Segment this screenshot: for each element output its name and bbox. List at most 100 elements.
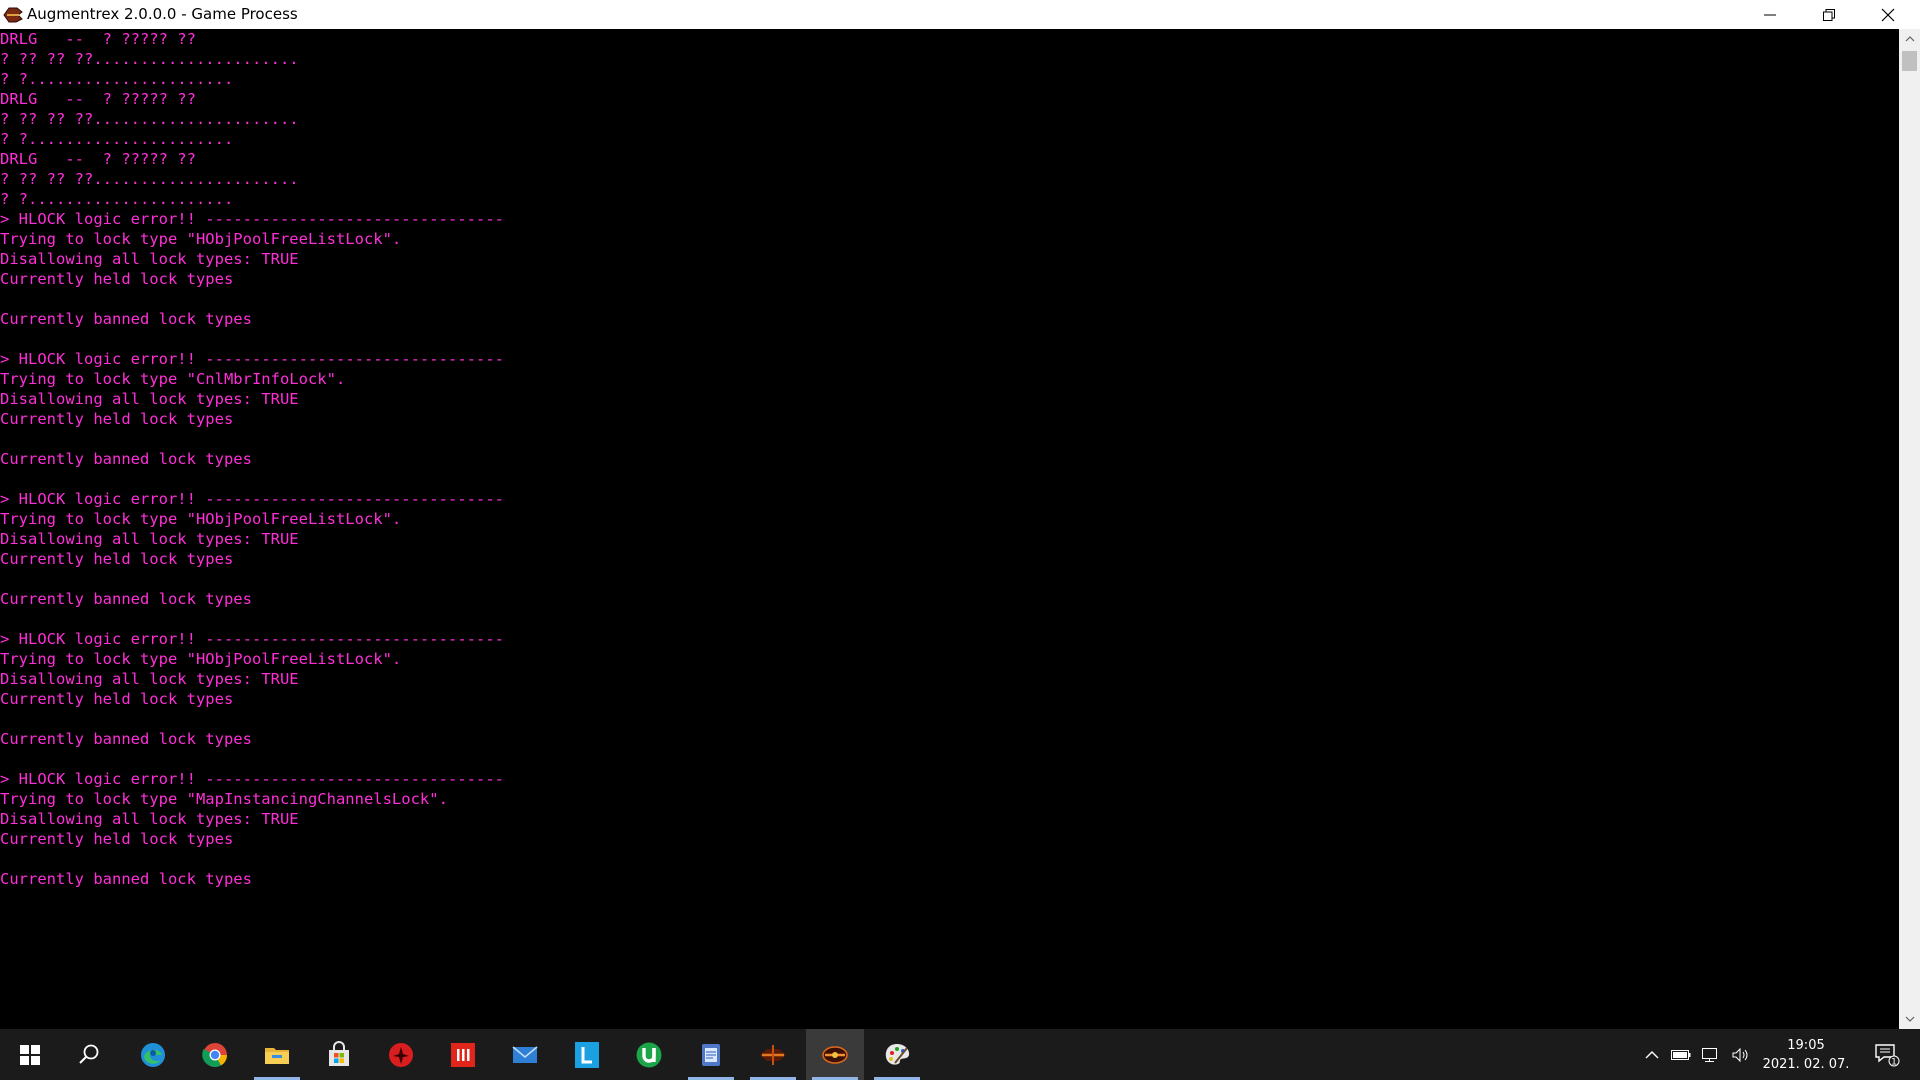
scrollbar-thumb[interactable]	[1902, 51, 1917, 71]
close-icon	[1881, 8, 1895, 21]
taskbar-edge[interactable]	[124, 1029, 182, 1080]
scroll-up-button[interactable]	[1899, 29, 1920, 49]
taskbar-store[interactable]	[310, 1029, 368, 1080]
minimize-button[interactable]	[1741, 0, 1799, 29]
vertical-scrollbar[interactable]	[1899, 29, 1920, 1029]
file-explorer-icon	[265, 1047, 289, 1064]
console-lines: DRLG -- ? ????? ?? ? ?? ?? ??............…	[0, 29, 1899, 889]
console-line: Disallowing all lock types: TRUE	[0, 670, 299, 688]
chevron-up-icon	[1645, 1051, 1659, 1059]
console-line: > HLOCK logic error!! ------------------…	[0, 490, 504, 508]
edge-icon	[141, 1042, 165, 1067]
console-line: Disallowing all lock types: TRUE	[0, 390, 299, 408]
taskbar-l-app[interactable]	[558, 1029, 616, 1080]
tray-volume[interactable]	[1727, 1029, 1755, 1080]
mail-icon	[512, 1045, 538, 1063]
console-line: ? ?? ?? ??......................	[0, 170, 299, 188]
taskbar-notepad-app[interactable]	[682, 1029, 740, 1080]
chevron-down-icon	[1905, 1016, 1914, 1022]
volume-icon	[1732, 1047, 1748, 1062]
taskbar-chrome[interactable]	[186, 1029, 244, 1080]
console-line: Currently banned lock types	[0, 870, 252, 888]
console-line: Trying to lock type "HObjPoolFreeListLoc…	[0, 230, 402, 248]
taskbar-clock[interactable]: 19:05 2021. 02. 07.	[1758, 1036, 1854, 1074]
console-line: ? ?......................	[0, 190, 234, 208]
console-line: Disallowing all lock types: TRUE	[0, 250, 299, 268]
console-line: Currently banned lock types	[0, 450, 252, 468]
tray-battery[interactable]	[1667, 1029, 1695, 1080]
tray-show-hidden-button[interactable]	[1641, 1029, 1663, 1080]
console-line: Trying to lock type "MapInstancingChanne…	[0, 790, 448, 808]
console-output[interactable]: DRLG -- ? ????? ?? ? ?? ?? ??............…	[0, 29, 1899, 1029]
console-line: ? ?......................	[0, 70, 234, 88]
console-line: DRLG -- ? ????? ??	[0, 150, 196, 168]
scroll-down-button[interactable]	[1899, 1009, 1920, 1029]
console-line: DRLG -- ? ????? ??	[0, 90, 196, 108]
console-line: ? ?......................	[0, 130, 234, 148]
notification-icon: 1	[1875, 1043, 1900, 1067]
console-line: Currently held lock types	[0, 690, 234, 708]
windows-start-icon	[20, 1044, 40, 1065]
battery-icon	[1671, 1049, 1691, 1060]
action-center-button[interactable]: 1	[1862, 1029, 1912, 1080]
tray-network[interactable]	[1697, 1029, 1725, 1080]
restore-button[interactable]	[1800, 0, 1858, 29]
console-line: Trying to lock type "CnlMbrInfoLock".	[0, 370, 346, 388]
utorrent-icon	[636, 1042, 662, 1067]
console-line: Currently held lock types	[0, 410, 234, 428]
console-line: Currently held lock types	[0, 830, 234, 848]
red-app-icon	[389, 1042, 413, 1067]
console-line: ? ?? ?? ??......................	[0, 50, 299, 68]
minimize-icon	[1764, 14, 1776, 15]
console-line: > HLOCK logic error!! ------------------…	[0, 770, 504, 788]
console-line: Disallowing all lock types: TRUE	[0, 810, 299, 828]
taskbar-red-app[interactable]	[372, 1029, 430, 1080]
taskbar-red-bars-app[interactable]	[434, 1029, 492, 1080]
restore-icon	[1823, 8, 1835, 21]
taskbar-game-launcher[interactable]	[744, 1029, 802, 1080]
augmentrex-app-icon	[3, 7, 23, 23]
network-icon	[1702, 1047, 1717, 1062]
paint-icon	[885, 1043, 910, 1065]
console-line: Currently held lock types	[0, 550, 234, 568]
window-titlebar: Augmentrex 2.0.0.0 - Game Process	[0, 0, 1920, 29]
red-bars-app-icon	[451, 1042, 475, 1067]
notification-count: 1	[1891, 1057, 1897, 1067]
taskbar-file-explorer[interactable]	[248, 1029, 306, 1080]
taskbar-utorrent[interactable]	[620, 1029, 678, 1080]
start-button[interactable]	[1, 1029, 59, 1080]
taskbar-mail[interactable]	[496, 1029, 554, 1080]
clock-time: 19:05	[1787, 1038, 1825, 1053]
notepad-app-icon	[702, 1043, 720, 1066]
clock-date: 2021. 02. 07.	[1762, 1057, 1850, 1072]
console-line: Currently banned lock types	[0, 310, 252, 328]
game-launcher-icon	[760, 1044, 786, 1065]
close-button[interactable]	[1859, 0, 1917, 29]
chrome-icon	[202, 1042, 227, 1067]
search-icon	[79, 1044, 99, 1064]
console-line: Currently banned lock types	[0, 590, 252, 608]
taskbar: 19:05 2021. 02. 07. 1	[0, 1029, 1920, 1080]
store-icon	[329, 1040, 349, 1066]
taskbar-paint[interactable]	[868, 1029, 926, 1080]
window-title: Augmentrex 2.0.0.0 - Game Process	[27, 5, 298, 23]
search-button[interactable]	[60, 1029, 118, 1080]
console-line: Trying to lock type "HObjPoolFreeListLoc…	[0, 650, 402, 668]
console-line: Currently held lock types	[0, 270, 234, 288]
chevron-up-icon	[1905, 36, 1914, 42]
taskbar-augmentrex[interactable]	[806, 1029, 864, 1080]
console-line: > HLOCK logic error!! ------------------…	[0, 630, 504, 648]
console-line: DRLG -- ? ????? ??	[0, 30, 196, 48]
console-line: Disallowing all lock types: TRUE	[0, 530, 299, 548]
l-app-icon	[575, 1041, 599, 1068]
console-line: > HLOCK logic error!! ------------------…	[0, 210, 504, 228]
